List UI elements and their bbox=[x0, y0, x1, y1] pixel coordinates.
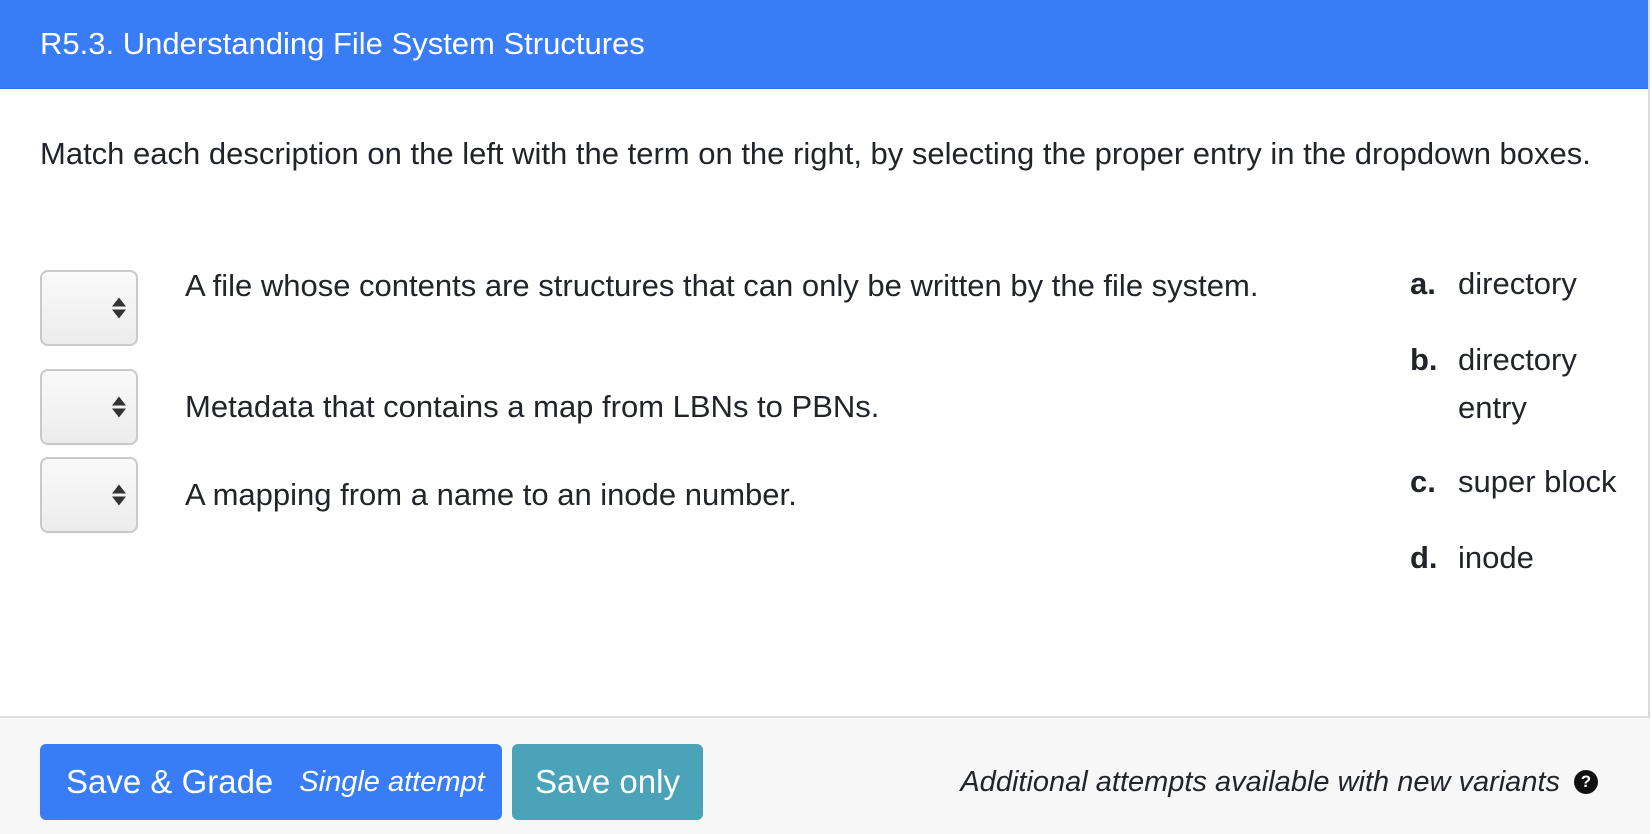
attempts-note-text: Additional attempts available with new v… bbox=[960, 765, 1560, 798]
option-text: inode bbox=[1458, 540, 1534, 575]
statement-text: A file whose contents are structures tha… bbox=[185, 268, 1259, 303]
statement-text: Metadata that contains a map from LBNs t… bbox=[185, 389, 880, 424]
option-text: directory entry bbox=[1458, 342, 1577, 425]
select-arrows-icon bbox=[112, 396, 126, 418]
option-item: a. directory bbox=[1410, 260, 1648, 308]
attempts-note: Additional attempts available with new v… bbox=[960, 744, 1598, 820]
save-only-label: Save only bbox=[535, 763, 680, 800]
attempt-info-label: Single attempt bbox=[299, 765, 485, 798]
option-text: directory bbox=[1458, 266, 1577, 301]
help-icon[interactable]: ? bbox=[1574, 770, 1598, 794]
question-header: R5.3. Understanding File System Structur… bbox=[0, 0, 1648, 89]
option-letter: a. bbox=[1410, 266, 1436, 301]
select-arrows-icon bbox=[112, 484, 126, 506]
question-card: R5.3. Understanding File System Structur… bbox=[0, 0, 1650, 834]
option-text: super block bbox=[1458, 464, 1617, 499]
select-arrows-icon bbox=[112, 297, 126, 319]
save-and-grade-button[interactable]: Save & Grade Single attempt bbox=[40, 744, 502, 820]
option-item: c. super block bbox=[1410, 458, 1648, 506]
question-title: R5.3. Understanding File System Structur… bbox=[40, 26, 645, 61]
save-and-grade-label: Save & Grade bbox=[66, 763, 274, 800]
option-item: b. directory entry bbox=[1410, 336, 1648, 432]
question-footer: Save & Grade Single attempt Save only Ad… bbox=[0, 716, 1650, 834]
answer-dropdown-1[interactable] bbox=[40, 270, 138, 346]
answer-dropdown-3[interactable] bbox=[40, 457, 138, 533]
save-only-button[interactable]: Save only bbox=[512, 744, 703, 820]
answer-dropdown-2[interactable] bbox=[40, 369, 138, 445]
option-letter: d. bbox=[1410, 540, 1438, 575]
option-letter: c. bbox=[1410, 464, 1436, 499]
question-instructions: Match each description on the left with … bbox=[40, 136, 1591, 171]
option-item: d. inode bbox=[1410, 534, 1648, 582]
statement-text: A mapping from a name to an inode number… bbox=[185, 477, 797, 512]
option-letter: b. bbox=[1410, 342, 1438, 377]
